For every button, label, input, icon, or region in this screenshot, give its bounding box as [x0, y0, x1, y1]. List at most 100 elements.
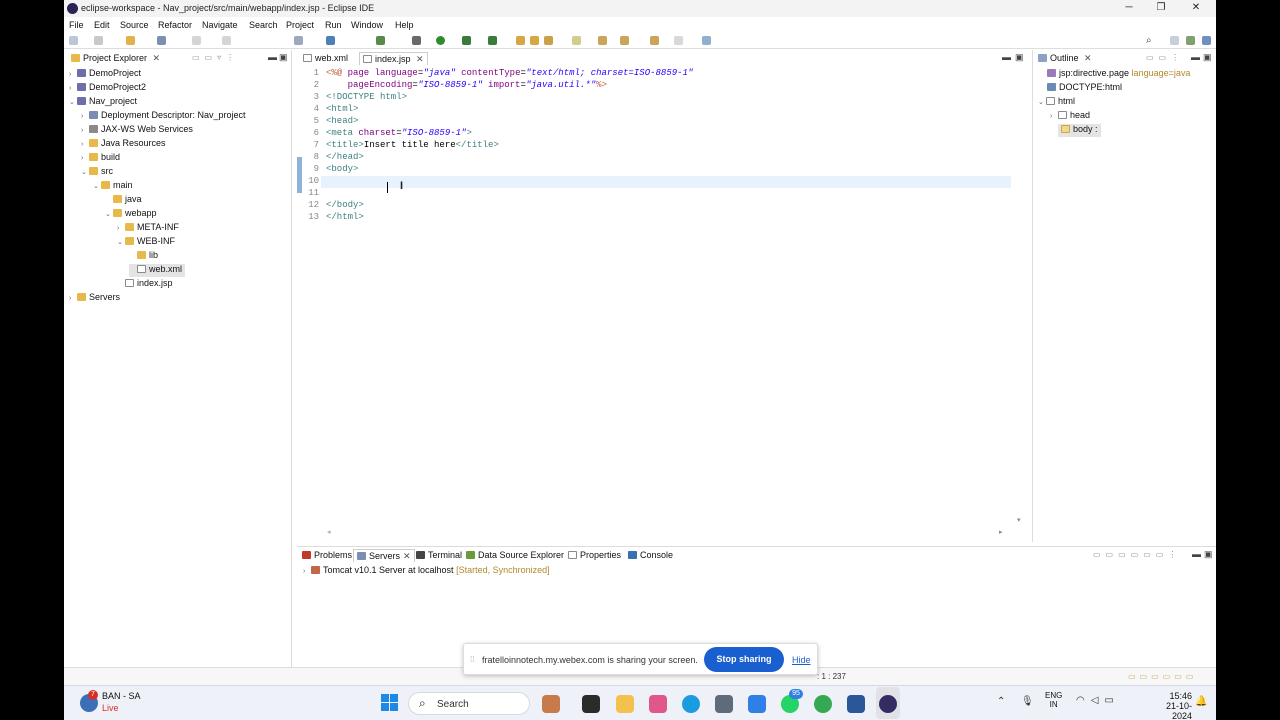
- new-package-icon[interactable]: [530, 36, 539, 45]
- java-ee-perspective-icon[interactable]: [1186, 36, 1195, 45]
- close-icon[interactable]: ✕: [1084, 53, 1092, 63]
- outline-item-doctype[interactable]: DOCTYPE:html: [1047, 82, 1122, 95]
- tree-item-demoproject[interactable]: › DemoProject: [69, 68, 141, 81]
- taskbar-search-box[interactable]: ⌕ Search: [408, 692, 530, 715]
- server-row-tomcat[interactable]: › Tomcat v10.1 Server at localhost [Start…: [303, 565, 550, 578]
- chevron-up-icon[interactable]: ⌃: [997, 696, 1005, 707]
- tree-item-meta-inf[interactable]: › META-INF: [117, 222, 179, 235]
- annotation-icon[interactable]: [598, 36, 607, 45]
- web-browser-icon[interactable]: [326, 36, 335, 45]
- tree-item-nav-project[interactable]: ⌄ Nav_project: [69, 96, 137, 109]
- outline-item-html[interactable]: ⌄ html: [1038, 96, 1075, 109]
- menu-project[interactable]: Project: [286, 20, 314, 30]
- outline-item-directive[interactable]: jsp:directive.page language=java: [1047, 68, 1190, 81]
- tab-terminal[interactable]: Terminal: [413, 549, 465, 562]
- tab-outline[interactable]: Outline ✕: [1035, 52, 1095, 65]
- terminal-app-icon[interactable]: [582, 695, 600, 713]
- minimize-button[interactable]: ─: [1122, 2, 1136, 14]
- forward-icon[interactable]: [674, 36, 683, 45]
- tab-console[interactable]: Console: [625, 549, 676, 562]
- match-title[interactable]: BAN - SA: [102, 691, 141, 701]
- tree-item-index-jsp[interactable]: index.jsp: [117, 278, 173, 291]
- new-icon[interactable]: [69, 36, 78, 45]
- tab-data-source-explorer[interactable]: Data Source Explorer: [463, 549, 567, 562]
- close-icon[interactable]: ✕: [403, 551, 411, 561]
- tree-item-lib[interactable]: lib: [129, 250, 158, 263]
- tree-item-demoproject2[interactable]: › DemoProject2: [69, 82, 146, 95]
- menu-window[interactable]: Window: [351, 20, 383, 30]
- tab-problems[interactable]: Problems: [299, 549, 355, 562]
- server-icon[interactable]: [294, 36, 303, 45]
- webex-app-icon[interactable]: [748, 695, 766, 713]
- tab-properties[interactable]: Properties: [565, 549, 624, 562]
- horizontal-scrollbar[interactable]: ◂ ▸: [327, 528, 1007, 538]
- close-icon[interactable]: ✕: [416, 54, 424, 64]
- menu-navigate[interactable]: Navigate: [202, 20, 238, 30]
- tree-item-main[interactable]: ⌄ main: [93, 180, 133, 193]
- maximize-button[interactable]: ❐: [1154, 2, 1168, 14]
- vertical-scrollbar[interactable]: ▾: [1017, 68, 1025, 526]
- settings-icon[interactable]: [715, 695, 733, 713]
- outline-item-body[interactable]: body :: [1058, 124, 1101, 137]
- chrome-icon[interactable]: [814, 695, 832, 713]
- outline-toolbar-icons[interactable]: ▭▭⋮: [1146, 53, 1184, 62]
- debug-icon[interactable]: [412, 36, 421, 45]
- stop-sharing-button[interactable]: Stop sharing: [704, 647, 784, 672]
- outline-item-head[interactable]: › head: [1050, 110, 1090, 123]
- scroll-down-icon[interactable]: ▾: [1017, 516, 1021, 524]
- tree-item-webapp[interactable]: ⌄ webapp: [105, 208, 157, 221]
- status-icons[interactable]: ▭▭▭▭▭▭: [1128, 672, 1197, 681]
- drag-handle-icon[interactable]: ⁞⁞: [470, 655, 474, 664]
- file-explorer-icon[interactable]: [616, 695, 634, 713]
- clock[interactable]: 15:46 21-10-2024: [1152, 691, 1192, 720]
- open-type-icon[interactable]: [126, 36, 135, 45]
- tree-item-build[interactable]: › build: [81, 152, 120, 165]
- maximize-view-icon[interactable]: ▣: [1015, 52, 1024, 63]
- close-button[interactable]: ✕: [1189, 2, 1203, 14]
- tab-index-jsp[interactable]: index.jsp ✕: [359, 52, 428, 65]
- tree-item-web-xml[interactable]: web.xml: [129, 264, 186, 277]
- menu-run[interactable]: Run: [325, 20, 342, 30]
- maximize-view-icon[interactable]: ▣: [1203, 52, 1212, 63]
- tree-item-jaxws[interactable]: › JAX-WS Web Services: [81, 124, 193, 137]
- run-last-tool-icon[interactable]: [488, 36, 497, 45]
- java-perspective-icon[interactable]: [1202, 36, 1211, 45]
- word-icon[interactable]: [847, 695, 865, 713]
- run-icon[interactable]: [436, 36, 445, 45]
- menu-edit[interactable]: Edit: [94, 20, 110, 30]
- next-annotation-icon[interactable]: [620, 36, 629, 45]
- maximize-view-icon[interactable]: ▣: [1204, 549, 1213, 560]
- tab-project-explorer[interactable]: Project Explorer ✕: [68, 52, 163, 65]
- servers-toolbar-icons[interactable]: ▭▭▭▭▭▭⋮: [1093, 550, 1181, 559]
- hide-link[interactable]: Hide: [792, 655, 811, 665]
- back-icon[interactable]: [650, 36, 659, 45]
- tree-item-java-resources[interactable]: › Java Resources: [81, 138, 166, 151]
- skip-breakpoints-icon[interactable]: [192, 36, 201, 45]
- windows-start-icon[interactable]: [381, 694, 399, 712]
- menu-search[interactable]: Search: [249, 20, 278, 30]
- tree-item-web-inf[interactable]: ⌄ WEB-INF: [117, 236, 175, 249]
- scroll-right-icon[interactable]: ▸: [999, 528, 1003, 536]
- minimize-view-icon[interactable]: ▬: [1191, 52, 1200, 62]
- maximize-view-icon[interactable]: ▣: [279, 52, 288, 63]
- notification-bell-icon[interactable]: 🔔: [1195, 696, 1207, 707]
- language-indicator[interactable]: ENG IN: [1045, 691, 1062, 709]
- save-icon[interactable]: [94, 36, 103, 45]
- scroll-left-icon[interactable]: ◂: [327, 528, 331, 536]
- resume-icon[interactable]: [222, 36, 231, 45]
- pin-editor-icon[interactable]: [702, 36, 711, 45]
- new-java-project-icon[interactable]: [516, 36, 525, 45]
- minimize-view-icon[interactable]: ▬: [1192, 549, 1201, 559]
- external-tools-icon[interactable]: [376, 36, 385, 45]
- tree-item-deployment-descriptor[interactable]: › Deployment Descriptor: Nav_project: [81, 110, 246, 123]
- open-perspective-icon[interactable]: [1170, 36, 1179, 45]
- code-editor[interactable]: 1 <%@ page language="java" contentType="t…: [297, 68, 1012, 528]
- view-toolbar-icons[interactable]: ▭▭▿⋮: [192, 53, 239, 62]
- search-tool-icon[interactable]: [572, 36, 581, 45]
- minimize-view-icon[interactable]: ▬: [1002, 52, 1011, 62]
- tree-item-servers[interactable]: › Servers: [69, 292, 120, 305]
- menu-refactor[interactable]: Refactor: [158, 20, 192, 30]
- menu-source[interactable]: Source: [120, 20, 149, 30]
- tab-web-xml[interactable]: web.xml: [300, 52, 351, 65]
- terminal-icon[interactable]: [157, 36, 166, 45]
